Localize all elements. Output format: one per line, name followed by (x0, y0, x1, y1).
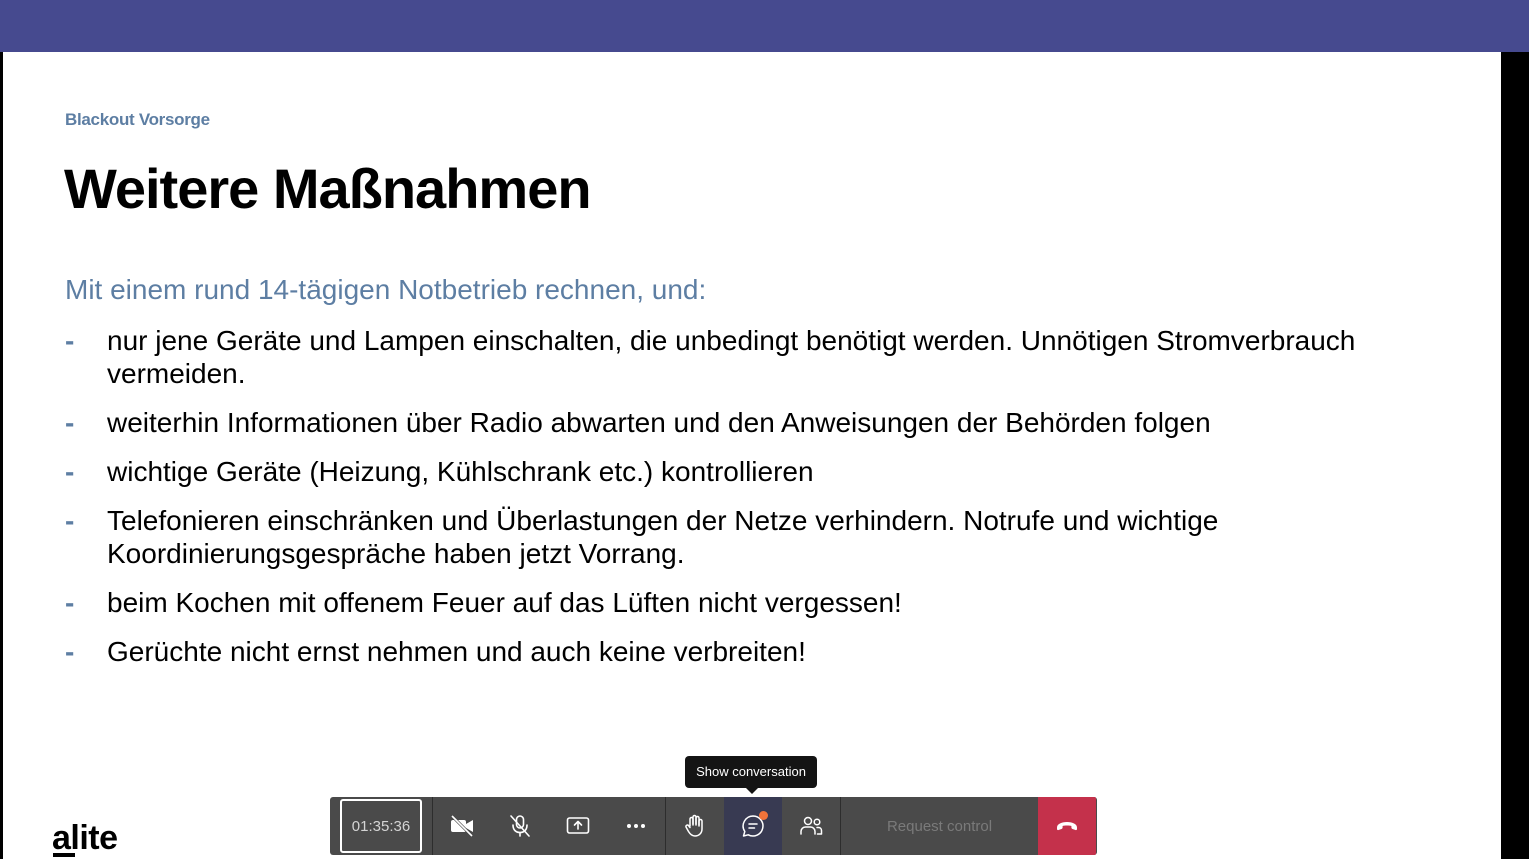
participants-button[interactable] (782, 797, 840, 855)
list-item: - Gerüchte nicht ernst nehmen und auch ke… (65, 635, 1385, 668)
bullet-dash: - (65, 636, 75, 667)
raise-hand-icon (685, 814, 703, 837)
more-options-button[interactable] (607, 797, 666, 855)
bullet-text: Telefonieren einschränken und Überlastun… (107, 505, 1219, 569)
slide-title: Weitere Maßnahmen (64, 157, 592, 220)
request-control-button[interactable]: Request control (840, 797, 1038, 855)
list-item: - wichtige Geräte (Heizung, Kühlschrank e… (65, 455, 1385, 488)
bullet-text: weiterhin Informationen über Radio abwar… (107, 407, 1211, 438)
share-screen-button[interactable] (549, 797, 607, 855)
more-options-icon (627, 824, 645, 828)
participants-icon (800, 816, 823, 835)
meeting-control-bar: 01:35:36 Request control (330, 797, 1097, 855)
timer-cell: 01:35:36 (330, 797, 433, 855)
logo-underline (53, 853, 75, 857)
raise-hand-button[interactable] (666, 797, 724, 855)
notification-badge (759, 811, 768, 820)
bullet-text: nur jene Geräte und Lampen einschalten, … (107, 325, 1356, 389)
slide-intro: Mit einem rund 14-tägigen Notbetrieb rec… (65, 274, 707, 305)
show-conversation-button[interactable] (724, 797, 782, 855)
bullet-dash: - (65, 587, 75, 618)
hang-up-icon (1057, 822, 1077, 831)
list-item: - Telefonieren einschränken und Überlastu… (65, 504, 1385, 570)
bullet-dash: - (65, 407, 75, 438)
tooltip-arrow (746, 788, 758, 794)
bullet-dash: - (65, 325, 75, 356)
call-timer: 01:35:36 (340, 799, 422, 853)
bullet-text: beim Kochen mit offenem Feuer auf das Lü… (107, 587, 902, 618)
bullet-dash: - (65, 456, 75, 487)
list-item: - weiterhin Informationen über Radio abwa… (65, 406, 1385, 439)
right-edge-strip (1501, 52, 1529, 859)
share-screen-icon (566, 817, 590, 834)
tooltip: Show conversation (685, 756, 817, 788)
bullet-list: - nur jene Geräte und Lampen einschalten,… (65, 324, 1385, 684)
bullet-dash: - (65, 505, 75, 536)
slide-kicker: Blackout Vorsorge (65, 110, 210, 129)
window-top-bar (0, 0, 1529, 52)
mic-off-icon (510, 815, 530, 837)
bullet-text: Gerüchte nicht ernst nehmen und auch kei… (107, 636, 806, 667)
camera-off-icon (450, 814, 474, 838)
hang-up-button[interactable] (1038, 797, 1096, 855)
list-item: - nur jene Geräte und Lampen einschalten,… (65, 324, 1385, 390)
mic-toggle-button[interactable] (491, 797, 549, 855)
camera-toggle-button[interactable] (433, 797, 491, 855)
presentation-slide: Blackout Vorsorge Weitere Maßnahmen Mit … (3, 52, 1501, 859)
bullet-text: wichtige Geräte (Heizung, Kühlschrank et… (107, 456, 814, 487)
list-item: - beim Kochen mit offenem Feuer auf das L… (65, 586, 1385, 619)
